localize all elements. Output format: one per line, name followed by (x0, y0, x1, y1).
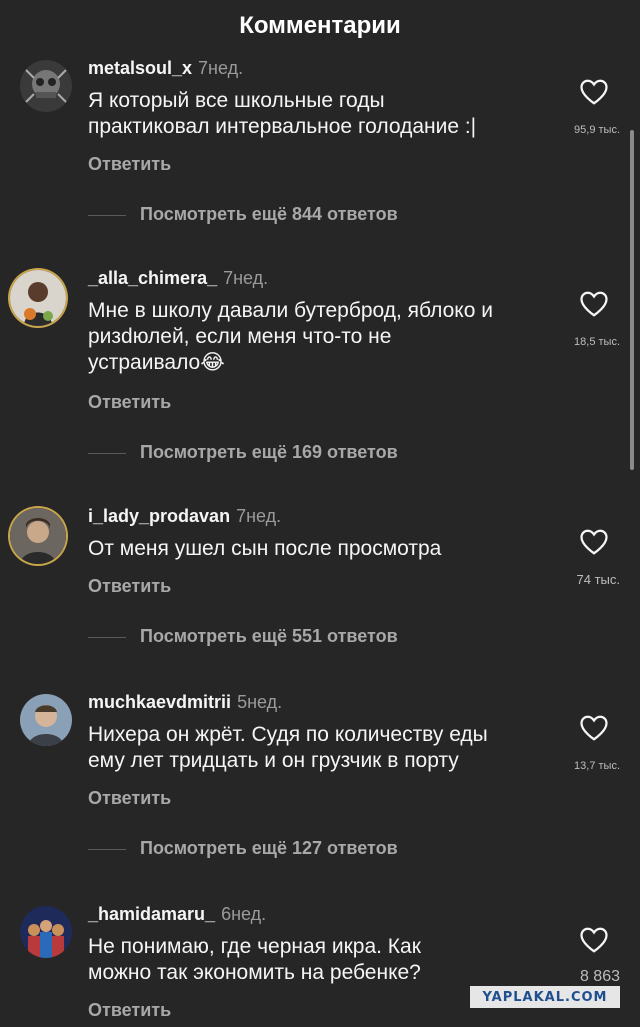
comment-text: Мне в школу давали бутерброд, яблоко и p… (88, 299, 493, 374)
reply-button[interactable]: Ответить (88, 1000, 171, 1021)
comment-text: Не понимаю, где черная икра. Как можно т… (88, 935, 421, 984)
view-more-replies-label[interactable]: Посмотреть ещё 127 ответов (140, 838, 398, 859)
comment-author[interactable]: i_lady_prodavan (88, 506, 230, 526)
heart-icon[interactable] (579, 926, 609, 954)
view-more-replies-label[interactable]: Посмотреть ещё 169 ответов (140, 442, 398, 463)
watermark: YAPLAKAL.COM (470, 986, 620, 1008)
divider (88, 215, 126, 216)
comment-author[interactable]: metalsoul_x (88, 58, 192, 78)
heart-icon[interactable] (579, 290, 609, 318)
view-more-replies-label[interactable]: Посмотреть ещё 844 ответов (140, 204, 398, 225)
avatar[interactable] (20, 694, 72, 746)
avatar[interactable] (10, 508, 66, 564)
reply-button[interactable]: Ответить (88, 154, 171, 175)
like-count: 95,9 тыс. (574, 124, 620, 136)
comment-time: 7нед. (223, 268, 269, 288)
divider (88, 849, 126, 850)
comment-header: i_lady_prodavan 7нед. (88, 506, 281, 527)
view-more-replies-label[interactable]: Посмотреть ещё 551 ответов (140, 626, 398, 647)
heart-icon[interactable] (579, 78, 609, 106)
comment-time: 6нед. (221, 904, 267, 924)
comment-time: 7нед. (236, 506, 282, 526)
header: Комментарии (0, 0, 640, 52)
scrollbar[interactable] (630, 130, 634, 470)
comment-author[interactable]: muchkaevdmitrii (88, 692, 231, 712)
like-count: 13,7 тыс. (574, 760, 620, 772)
divider (88, 637, 126, 638)
comment-time: 5нед. (237, 692, 283, 712)
reply-button[interactable]: Ответить (88, 576, 171, 597)
comment-text: Я который все школьные годы практиковал … (88, 89, 477, 138)
heart-icon[interactable] (579, 528, 609, 556)
heart-icon[interactable] (579, 714, 609, 742)
comment-text: Нихера он жрёт. Судя по количеству еды е… (88, 723, 488, 772)
comment-header: muchkaevdmitrii 5нед. (88, 692, 282, 713)
like-count: 8 863 (579, 968, 620, 985)
like-count: 74 тыс. (576, 572, 620, 587)
comment-header: metalsoul_x 7нед. (88, 58, 243, 79)
comment-text: От меня ушел сын после просмотра (88, 537, 442, 560)
comment-time: 7нед. (198, 58, 244, 78)
avatar[interactable] (20, 60, 72, 112)
like-count: 18,5 тыс. (574, 336, 620, 348)
reply-button[interactable]: Ответить (88, 392, 171, 413)
comment-author[interactable]: _hamidamaru_ (88, 904, 215, 924)
avatar[interactable] (20, 906, 72, 958)
page-title: Комментарии (239, 12, 401, 39)
comment-header: _hamidamaru_ 6нед. (88, 904, 266, 925)
reply-button[interactable]: Ответить (88, 788, 171, 809)
comments-list: metalsoul_x 7нед. Я который все школьные … (0, 0, 640, 1027)
avatar[interactable] (10, 270, 66, 326)
divider (88, 453, 126, 454)
comment-header: _alla_chimera_ 7нед. (88, 268, 268, 289)
comment-author[interactable]: _alla_chimera_ (88, 268, 217, 288)
